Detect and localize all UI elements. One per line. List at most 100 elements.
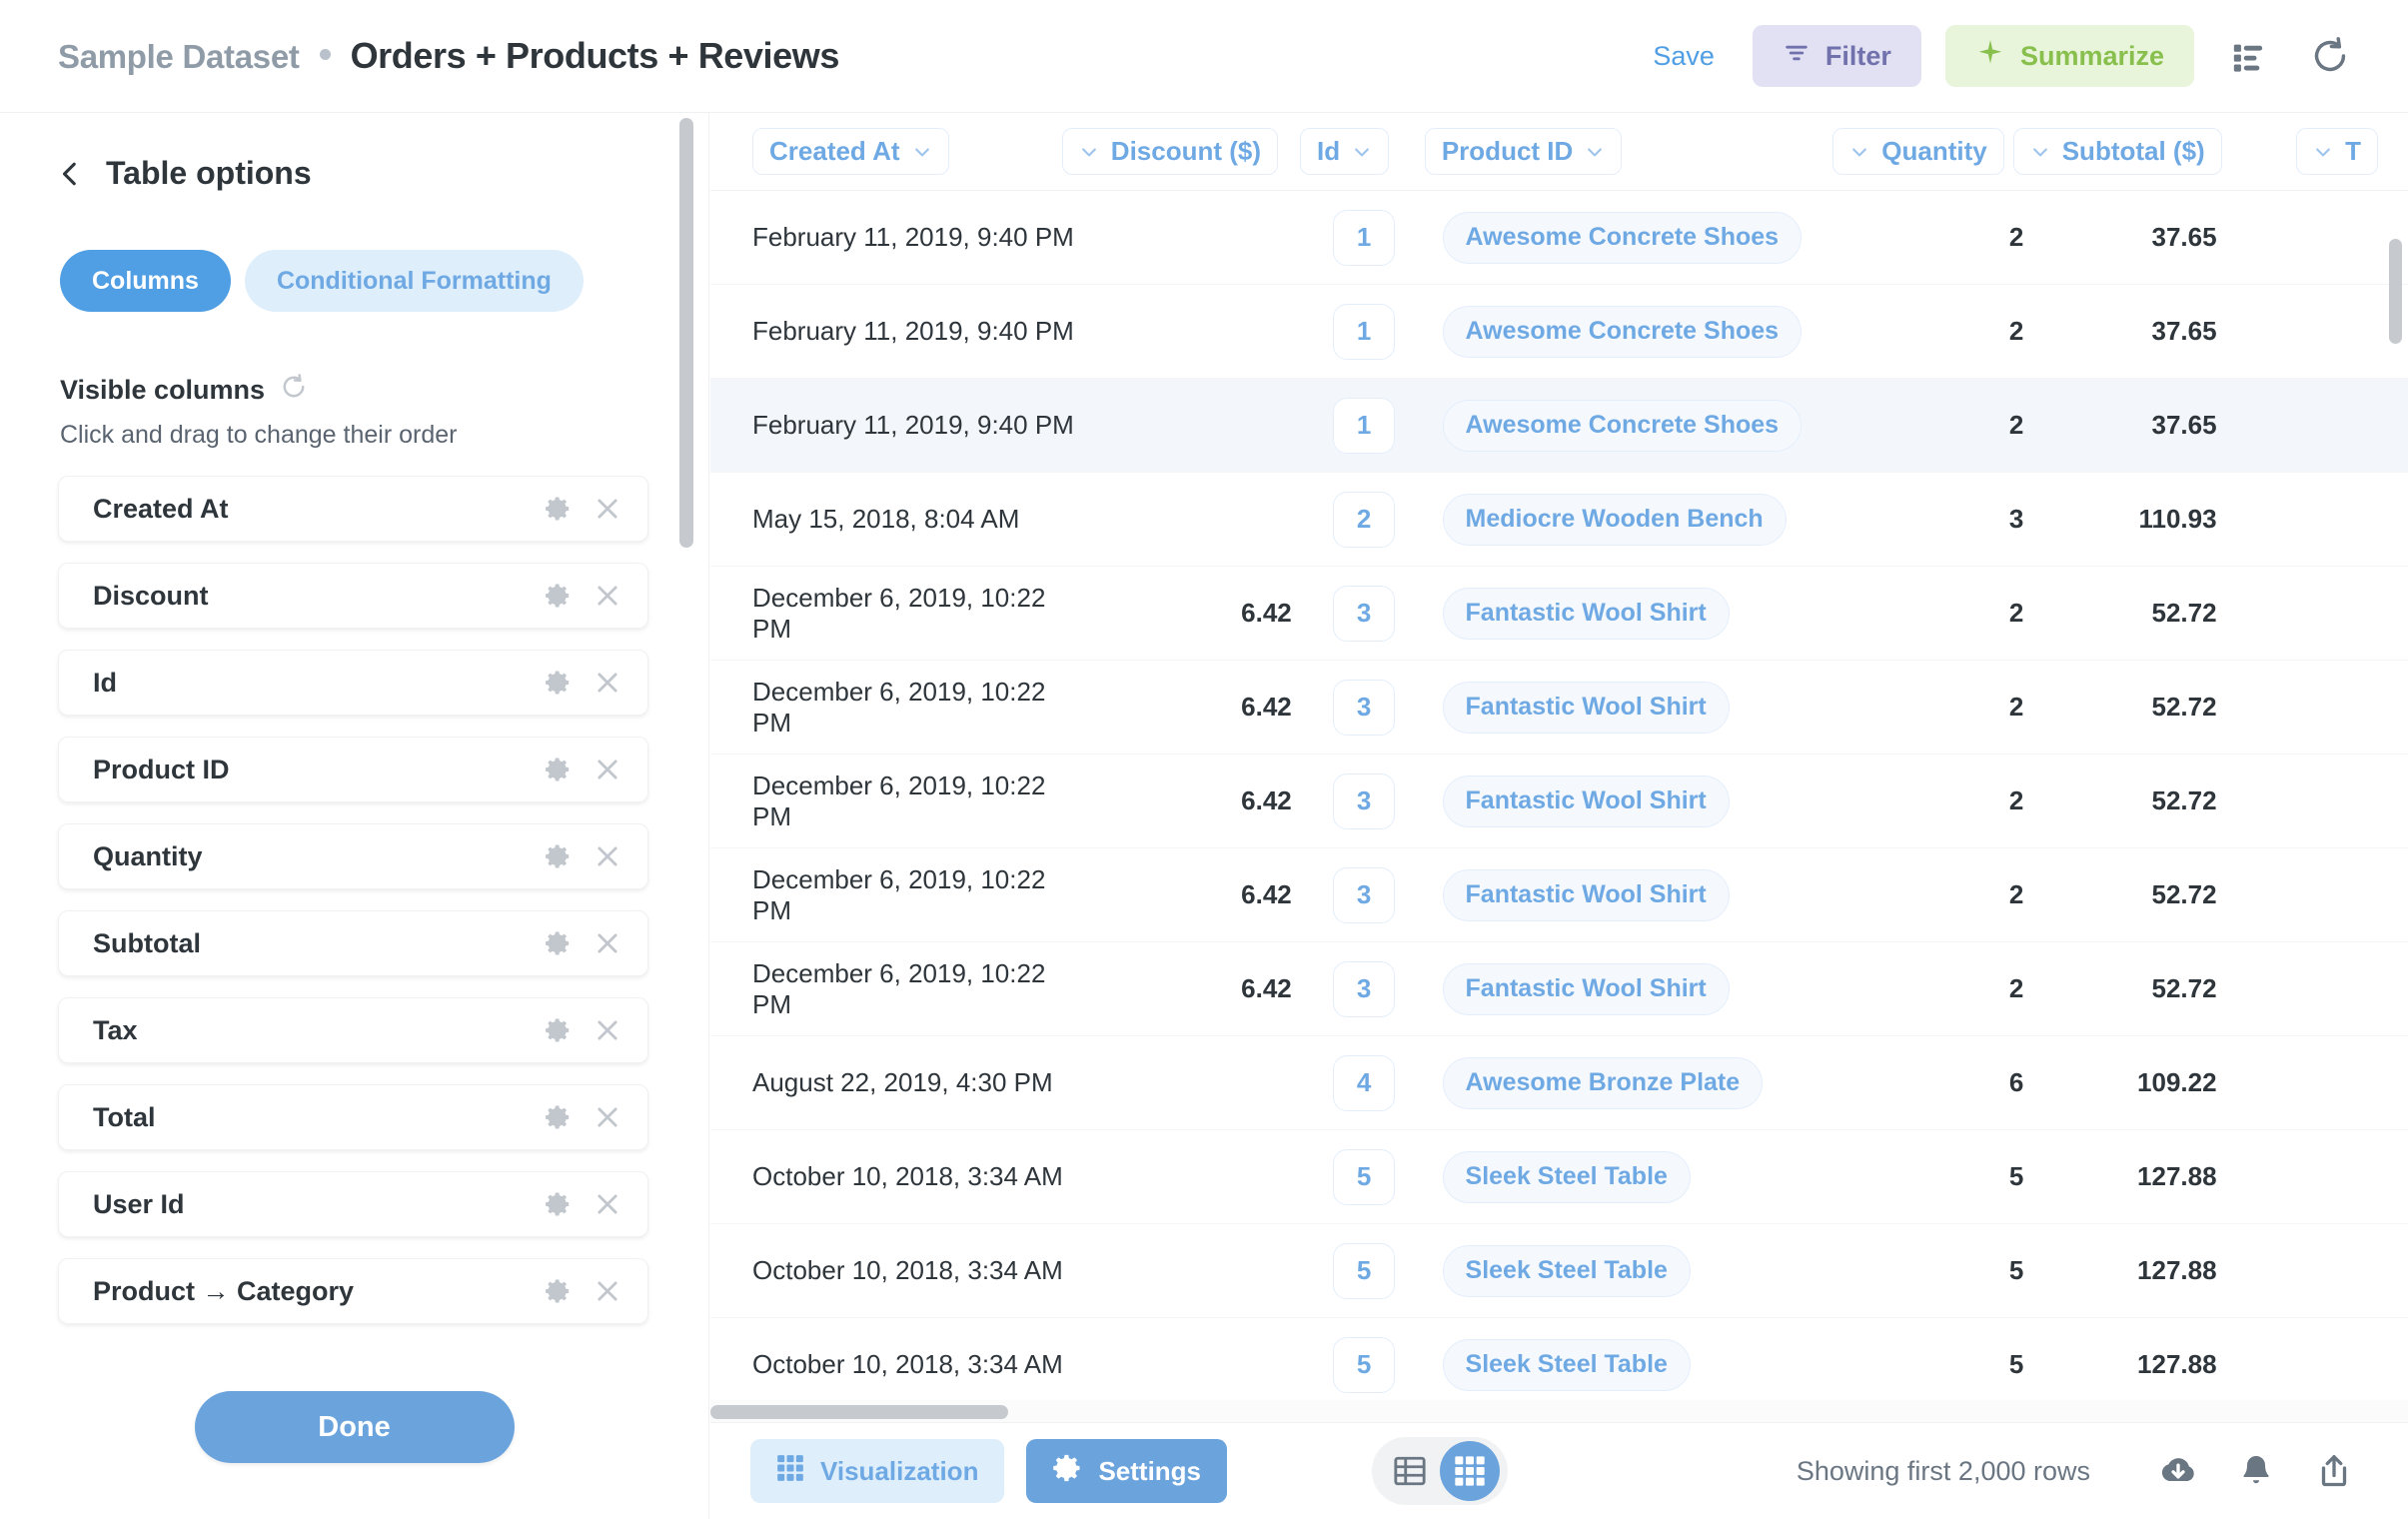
cell-discount[interactable] bbox=[1074, 1130, 1313, 1224]
gear-icon[interactable] bbox=[544, 1277, 572, 1305]
close-icon[interactable] bbox=[594, 1103, 621, 1131]
cell-created-at[interactable]: February 11, 2019, 9:40 PM bbox=[710, 379, 1074, 473]
id-chip[interactable]: 5 bbox=[1333, 1243, 1395, 1299]
product-chip[interactable]: Awesome Concrete Shoes bbox=[1443, 212, 1803, 264]
gear-icon[interactable] bbox=[544, 756, 572, 783]
cell-quantity[interactable]: 5 bbox=[1908, 1130, 2042, 1224]
cell-subtotal[interactable]: 110.93 bbox=[2041, 473, 2246, 567]
tab-columns[interactable]: Columns bbox=[60, 250, 231, 312]
visible-column-item[interactable]: Product ID bbox=[58, 737, 648, 802]
table-row[interactable]: October 10, 2018, 3:34 AM 5 Sleek Steel Ta… bbox=[710, 1224, 2408, 1318]
close-icon[interactable] bbox=[594, 842, 621, 870]
cell-tax[interactable] bbox=[2247, 285, 2408, 379]
cell-tax[interactable] bbox=[2247, 473, 2408, 567]
back-chevron-icon[interactable] bbox=[58, 158, 84, 190]
product-chip[interactable]: Fantastic Wool Shirt bbox=[1443, 963, 1730, 1015]
table-row[interactable]: October 10, 2018, 3:34 AM 5 Sleek Steel Ta… bbox=[710, 1130, 2408, 1224]
close-icon[interactable] bbox=[594, 929, 621, 957]
cell-subtotal[interactable]: 37.65 bbox=[2041, 285, 2246, 379]
product-chip[interactable]: Awesome Concrete Shoes bbox=[1443, 306, 1803, 358]
visible-column-item[interactable]: Subtotal bbox=[58, 910, 648, 976]
cell-quantity[interactable]: 2 bbox=[1908, 661, 2042, 755]
gear-icon[interactable] bbox=[544, 929, 572, 957]
cell-quantity[interactable]: 2 bbox=[1908, 379, 2042, 473]
cell-tax[interactable] bbox=[2247, 1036, 2408, 1130]
cell-subtotal[interactable]: 109.22 bbox=[2041, 1036, 2246, 1130]
table-row[interactable]: December 6, 2019, 10:22 PM6.423Fantastic… bbox=[710, 755, 2408, 848]
cell-subtotal[interactable]: 127.88 bbox=[2041, 1130, 2246, 1224]
table-row[interactable]: February 11, 2019, 9:40 PM 1 Awesome Concr… bbox=[710, 285, 2408, 379]
id-chip[interactable]: 1 bbox=[1333, 304, 1395, 360]
cell-created-at[interactable]: February 11, 2019, 9:40 PM bbox=[710, 191, 1074, 285]
table-row[interactable]: December 6, 2019, 10:22 PM6.423Fantastic… bbox=[710, 661, 2408, 755]
cell-quantity[interactable]: 2 bbox=[1908, 755, 2042, 848]
cell-subtotal[interactable]: 127.88 bbox=[2041, 1318, 2246, 1400]
table-horizontal-scrollbar-track[interactable] bbox=[710, 1400, 2408, 1422]
column-header-chip-id[interactable]: Id bbox=[1300, 128, 1389, 175]
tab-conditional-formatting[interactable]: Conditional Formatting bbox=[245, 250, 584, 312]
visible-column-item[interactable]: Tax bbox=[58, 997, 648, 1063]
cell-subtotal[interactable]: 37.65 bbox=[2041, 191, 2246, 285]
gear-icon[interactable] bbox=[544, 1016, 572, 1044]
table-row[interactable]: October 10, 2018, 3:34 AM 5 Sleek Steel Ta… bbox=[710, 1318, 2408, 1399]
cell-created-at[interactable]: October 10, 2018, 3:34 AM bbox=[710, 1130, 1074, 1224]
cell-quantity[interactable]: 2 bbox=[1908, 191, 2042, 285]
product-chip[interactable]: Fantastic Wool Shirt bbox=[1443, 588, 1730, 640]
close-icon[interactable] bbox=[594, 669, 621, 697]
visible-column-item[interactable]: Quantity bbox=[58, 823, 648, 889]
table-row[interactable]: December 6, 2019, 10:22 PM6.423Fantastic… bbox=[710, 567, 2408, 661]
sidebar-scrollbar[interactable] bbox=[679, 118, 693, 548]
table-horizontal-scrollbar-thumb[interactable] bbox=[710, 1405, 1008, 1419]
cell-discount[interactable] bbox=[1074, 379, 1313, 473]
cell-discount[interactable] bbox=[1074, 285, 1313, 379]
done-button[interactable]: Done bbox=[195, 1391, 515, 1463]
product-chip[interactable]: Fantastic Wool Shirt bbox=[1443, 775, 1730, 827]
visible-column-item[interactable]: Total bbox=[58, 1084, 648, 1150]
cell-created-at[interactable]: October 10, 2018, 3:34 AM bbox=[710, 1318, 1074, 1400]
cell-quantity[interactable]: 6 bbox=[1908, 1036, 2042, 1130]
visualization-button[interactable]: Visualization bbox=[750, 1439, 1004, 1503]
cell-discount[interactable] bbox=[1074, 1224, 1313, 1318]
cell-quantity[interactable]: 5 bbox=[1908, 1224, 2042, 1318]
cell-discount[interactable] bbox=[1074, 1318, 1313, 1400]
cell-subtotal[interactable]: 52.72 bbox=[2041, 755, 2246, 848]
download-cloud-icon[interactable] bbox=[2152, 1445, 2204, 1497]
visible-column-item[interactable]: Id bbox=[58, 650, 648, 716]
cell-created-at[interactable]: December 6, 2019, 10:22 PM bbox=[710, 942, 1074, 1036]
cell-discount[interactable]: 6.42 bbox=[1074, 567, 1313, 661]
id-chip[interactable]: 4 bbox=[1333, 1055, 1395, 1111]
cell-tax[interactable] bbox=[2247, 942, 2408, 1036]
gear-icon[interactable] bbox=[544, 1103, 572, 1131]
cell-discount[interactable]: 6.42 bbox=[1074, 755, 1313, 848]
table-row[interactable]: February 11, 2019, 9:40 PM1Awesome Concr… bbox=[710, 191, 2408, 285]
cell-quantity[interactable]: 2 bbox=[1908, 567, 2042, 661]
column-header-chip-discount[interactable]: Discount ($) bbox=[1062, 128, 1278, 175]
cell-tax[interactable] bbox=[2247, 191, 2408, 285]
product-chip[interactable]: Sleek Steel Table bbox=[1443, 1151, 1691, 1203]
visible-column-item[interactable]: User Id bbox=[58, 1171, 648, 1237]
id-chip[interactable]: 3 bbox=[1333, 867, 1395, 923]
cell-created-at[interactable]: February 11, 2019, 9:40 PM bbox=[710, 285, 1074, 379]
table-row[interactable]: May 15, 2018, 8:04 AM2Mediocre Wooden Be… bbox=[710, 473, 2408, 567]
cell-tax[interactable] bbox=[2247, 755, 2408, 848]
cell-subtotal[interactable]: 37.65 bbox=[2041, 379, 2246, 473]
settings-button[interactable]: Settings bbox=[1026, 1439, 1227, 1503]
gear-icon[interactable] bbox=[544, 495, 572, 523]
cell-created-at[interactable]: October 10, 2018, 3:34 AM bbox=[710, 1224, 1074, 1318]
gear-icon[interactable] bbox=[544, 582, 572, 610]
cell-discount[interactable] bbox=[1074, 191, 1313, 285]
gear-icon[interactable] bbox=[544, 1190, 572, 1218]
gear-icon[interactable] bbox=[544, 669, 572, 697]
cell-tax[interactable] bbox=[2247, 379, 2408, 473]
close-icon[interactable] bbox=[594, 1277, 621, 1305]
table-view-icon[interactable] bbox=[1380, 1441, 1440, 1501]
id-chip[interactable]: 3 bbox=[1333, 961, 1395, 1017]
product-chip[interactable]: Sleek Steel Table bbox=[1443, 1245, 1691, 1297]
cell-tax[interactable] bbox=[2247, 661, 2408, 755]
product-chip[interactable]: Sleek Steel Table bbox=[1443, 1339, 1691, 1391]
id-chip[interactable]: 5 bbox=[1333, 1337, 1395, 1393]
close-icon[interactable] bbox=[594, 582, 621, 610]
cell-discount[interactable]: 6.42 bbox=[1074, 661, 1313, 755]
refresh-icon[interactable] bbox=[281, 374, 307, 407]
bell-icon[interactable] bbox=[2230, 1445, 2282, 1497]
